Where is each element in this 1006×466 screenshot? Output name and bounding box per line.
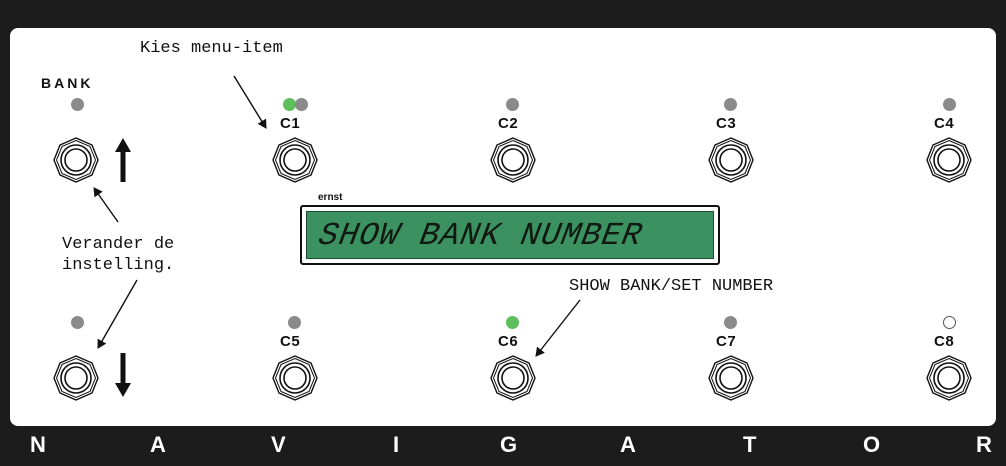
brand-letter-r: R xyxy=(976,432,992,457)
brand-strip: N A V I G A T O R xyxy=(0,432,1006,462)
annotation-arrows xyxy=(93,75,581,357)
brand-letter-a2: A xyxy=(620,432,636,457)
arrow-to-c1 xyxy=(233,75,267,129)
brand-letter-g: G xyxy=(500,432,518,457)
brand-letter-t: T xyxy=(743,432,757,457)
arrow-to-c6 xyxy=(535,299,581,357)
brand-letter-v: V xyxy=(271,432,286,457)
brand-letter-a: A xyxy=(150,432,166,457)
brand-letter-i: I xyxy=(393,432,400,457)
arrow-to-bank-up xyxy=(93,187,119,223)
brand-letter-o: O xyxy=(863,432,881,457)
brand-letter-n: N xyxy=(30,432,46,457)
arrow-to-bank-down xyxy=(97,279,138,349)
